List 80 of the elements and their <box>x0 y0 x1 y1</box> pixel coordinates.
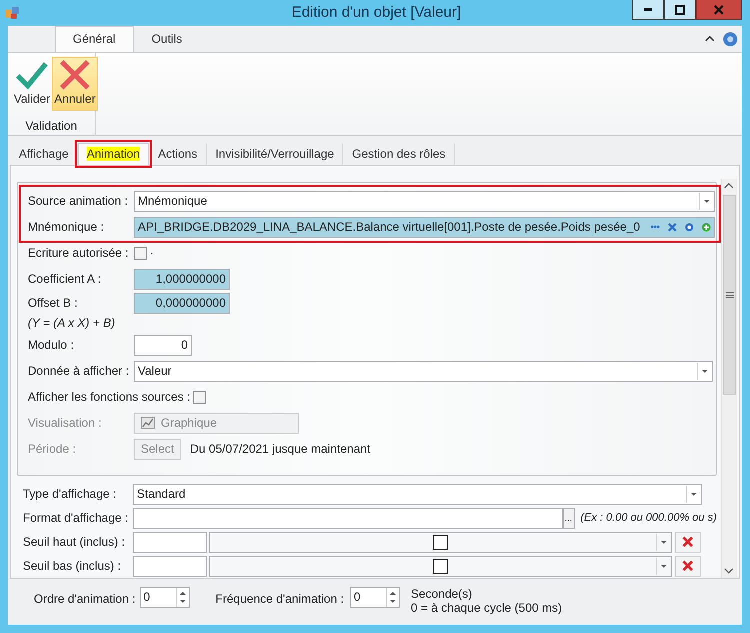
field-label: Source animation : <box>28 193 130 210</box>
field-label: Afficher les fonctions sources : <box>28 389 191 406</box>
field-label: Fréquence d'animation : <box>216 591 344 608</box>
close-icon <box>714 4 724 14</box>
ribbon-tab[interactable]: Outils <box>134 26 200 52</box>
field-label: Coefficient A : <box>28 271 102 288</box>
refresh-icon[interactable] <box>685 222 694 232</box>
unit-label: Seconde(s) <box>411 587 474 601</box>
field-label: Visualisation : <box>28 415 103 432</box>
value-field[interactable] <box>133 556 207 576</box>
collapse-icon[interactable] <box>705 35 715 43</box>
field-label: Modulo : <box>28 337 76 354</box>
spin-down-icon[interactable] <box>180 600 186 604</box>
formula-note: (Y = (A x X) + B) <box>28 315 116 332</box>
browse-button[interactable]: ... <box>562 508 575 528</box>
checkbox[interactable] <box>134 246 147 260</box>
maximize-icon <box>675 4 685 14</box>
field-label: Ordre d'animation : <box>34 591 136 608</box>
dropdown[interactable]: Valeur <box>134 360 713 382</box>
number-field[interactable]: 0 <box>134 334 192 356</box>
spin-field[interactable]: 0 <box>140 587 190 608</box>
maximize-button[interactable] <box>664 0 696 20</box>
checkbox-label: · <box>150 245 154 262</box>
caret-icon <box>700 368 708 374</box>
mnemonic-value: API_BRIDGE.DB2029_LINA_BALANCE.Balance virtuelle[001].Poste de pesée.Poids pesée_0 <box>138 218 642 236</box>
ribbon-tab[interactable]: Général <box>55 26 134 52</box>
field-label: Offset B : <box>28 295 79 312</box>
field-label: Type d'affichage : <box>23 486 118 503</box>
clear-icon[interactable] <box>668 222 677 232</box>
caret-icon <box>690 492 698 496</box>
color-swatch <box>433 558 448 574</box>
number-field[interactable]: 1,000000000 <box>134 268 230 290</box>
group-label: Validation <box>24 118 78 135</box>
field-label: Format d'affichage : <box>23 510 130 527</box>
close-button[interactable] <box>696 0 742 20</box>
grip-icon <box>726 292 734 298</box>
scrollbar[interactable] <box>721 179 737 578</box>
caret-icon <box>660 540 668 544</box>
cross-icon <box>58 60 92 90</box>
color-swatch <box>433 534 448 550</box>
text-field[interactable] <box>133 508 563 528</box>
add-icon[interactable] <box>702 222 711 232</box>
color-dropdown[interactable] <box>209 556 672 576</box>
field-label: Ecriture autorisée : <box>28 245 130 262</box>
field-label: Mnémonique : <box>28 219 106 236</box>
dropdown[interactable]: Standard <box>133 484 702 504</box>
help-icon[interactable] <box>723 32 738 46</box>
validate-button[interactable]: Valider <box>12 57 52 111</box>
field-label: Seuil haut (inclus) : <box>23 534 126 551</box>
mnemonic-field[interactable]: API_BRIDGE.DB2029_LINA_BALANCE.Balance virtuelle[001].Poste de pesée.Poids pesée_0 <box>134 216 715 238</box>
spin-up-icon[interactable] <box>390 590 396 595</box>
number-field[interactable]: 0,000000000 <box>134 292 230 314</box>
field-label: Période : <box>28 441 78 458</box>
app-icon <box>5 5 21 21</box>
cycle-note: 0 = à chaque cycle (500 ms) <box>411 601 562 615</box>
caret-icon <box>702 198 710 204</box>
delete-button[interactable] <box>675 556 701 576</box>
format-hint: (Ex : 0.00 ou 000.00% ou s) <box>580 510 717 526</box>
dropdown[interactable]: Mnémonique <box>134 190 715 212</box>
value-field[interactable] <box>133 532 207 552</box>
window-title: Edition d'un objet [Valeur] <box>290 3 462 23</box>
cancel-button[interactable]: Annuler <box>52 57 98 111</box>
chart-icon <box>141 417 155 429</box>
delete-button[interactable] <box>675 532 701 552</box>
spin-up-icon[interactable] <box>180 590 186 595</box>
caret-icon <box>660 564 668 568</box>
minimize-icon <box>644 8 652 11</box>
color-dropdown[interactable] <box>209 532 672 552</box>
minimize-button[interactable] <box>632 0 664 20</box>
more-icon[interactable] <box>651 225 660 229</box>
period-text: Du 05/07/2021 jusque maintenant <box>190 441 370 458</box>
field-label: Seuil bas (inclus) : <box>23 558 122 575</box>
checkmark-icon <box>15 60 50 90</box>
spin-down-icon[interactable] <box>390 600 396 604</box>
spin-field[interactable]: 0 <box>350 587 400 608</box>
delete-icon <box>682 535 694 549</box>
checkbox[interactable] <box>192 390 206 404</box>
field-label: Donnée à afficher : <box>28 363 130 380</box>
tab[interactable]: Animation <box>78 143 150 165</box>
delete-icon <box>682 559 694 573</box>
